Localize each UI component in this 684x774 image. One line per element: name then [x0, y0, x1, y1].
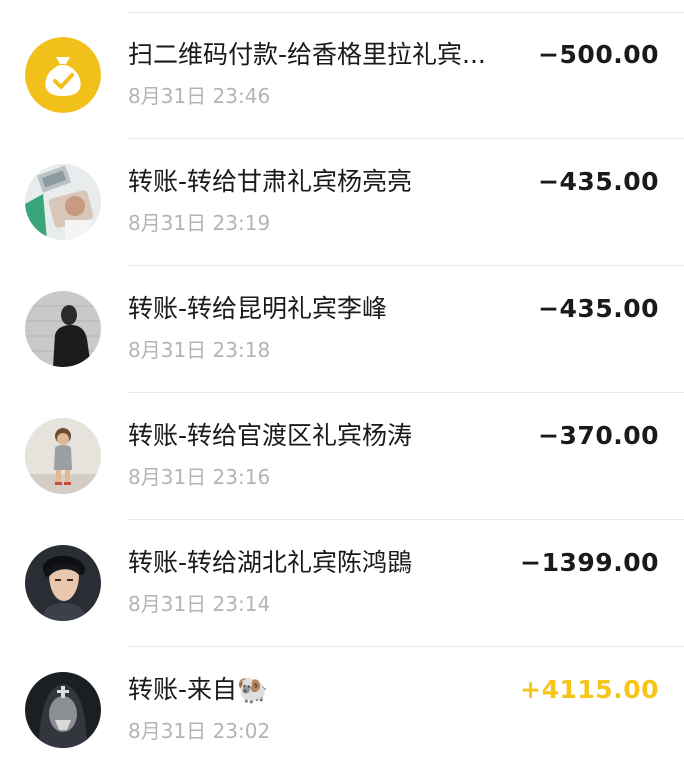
transaction-title: 转账-转给昆明礼宾李峰 — [128, 294, 388, 323]
transaction-time: 8月31日 23:14 — [128, 592, 271, 616]
transaction-row[interactable]: 转账-转给甘肃礼宾杨亮亮 8月31日 23:19 −435.00 — [0, 139, 684, 266]
user-photo-avatar — [25, 164, 101, 240]
transaction-amount: −435.00 — [538, 294, 659, 323]
transaction-time: 8月31日 23:46 — [128, 84, 271, 108]
transaction-amount: −500.00 — [538, 40, 659, 69]
user-photo-avatar — [25, 545, 101, 621]
transaction-time: 8月31日 23:18 — [128, 338, 271, 362]
user-photo-avatar — [25, 291, 101, 367]
transaction-title: 转账-转给官渡区礼宾杨涛 — [128, 421, 413, 450]
transaction-row[interactable]: 扫二维码付款-给香格里拉礼宾... 8月31日 23:46 −500.00 — [0, 12, 684, 139]
transaction-amount: −370.00 — [538, 421, 659, 450]
transaction-amount: −1399.00 — [520, 548, 659, 577]
transaction-time: 8月31日 23:19 — [128, 211, 271, 235]
user-photo-avatar — [25, 418, 101, 494]
user-photo-avatar — [25, 672, 101, 748]
transaction-row[interactable]: 转账-来自🐏 8月31日 23:02 +4115.00 — [0, 647, 684, 774]
transaction-time: 8月31日 23:16 — [128, 465, 271, 489]
transaction-time: 8月31日 23:02 — [128, 719, 271, 743]
transaction-title: 转账-转给甘肃礼宾杨亮亮 — [128, 167, 413, 196]
money-bag-check-icon — [25, 37, 101, 113]
transaction-amount: −435.00 — [538, 167, 659, 196]
transaction-title: 转账-转给湖北礼宾陈鸿鵾 — [128, 548, 413, 577]
transaction-amount: +4115.00 — [520, 675, 659, 704]
transaction-row[interactable]: 转账-转给官渡区礼宾杨涛 8月31日 23:16 −370.00 — [0, 393, 684, 520]
transaction-title: 转账-来自🐏 — [128, 675, 269, 704]
transaction-title: 扫二维码付款-给香格里拉礼宾... — [128, 40, 486, 69]
transaction-row[interactable]: 转账-转给昆明礼宾李峰 8月31日 23:18 −435.00 — [0, 266, 684, 393]
transaction-list: 扫二维码付款-给香格里拉礼宾... 8月31日 23:46 −500.00 转账… — [0, 12, 684, 774]
transaction-row[interactable]: 转账-转给湖北礼宾陈鸿鵾 8月31日 23:14 −1399.00 — [0, 520, 684, 647]
